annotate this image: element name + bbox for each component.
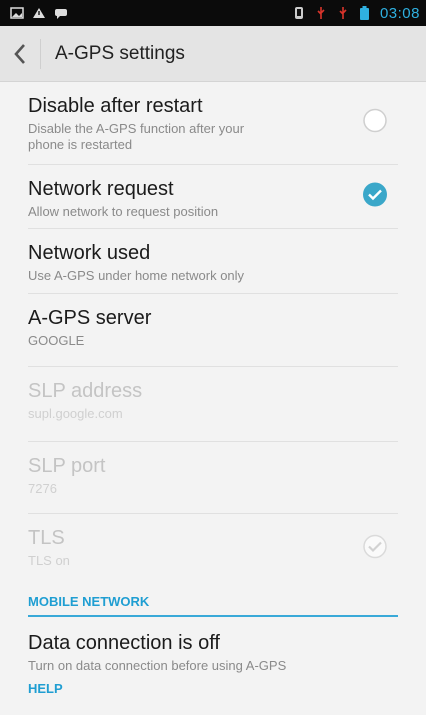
vibrate-icon	[292, 7, 306, 19]
usb-debug-icon	[336, 7, 350, 19]
chevron-left-icon	[14, 43, 25, 64]
setting-title: SLP port	[28, 455, 106, 477]
checkbox-checked[interactable]	[362, 181, 388, 212]
section-header-help: HELP	[28, 681, 63, 696]
setting-title: TLS	[28, 527, 65, 549]
setting-title: SLP address	[28, 380, 143, 402]
setting-summary: GOOGLE	[28, 333, 85, 348]
setting-data-connection[interactable]: Data connection is off Turn on data conn…	[28, 617, 398, 679]
divider	[40, 38, 41, 69]
setting-tls: TLS TLS on	[28, 514, 398, 584]
warning-icon	[32, 7, 46, 19]
setting-summary: 7276	[28, 481, 57, 496]
setting-network-request[interactable]: Network request Allow network to request…	[28, 165, 398, 229]
status-time: 03:08	[379, 4, 420, 22]
setting-slp-address: SLP address supl.google.com	[28, 367, 398, 442]
image-icon	[10, 7, 24, 19]
setting-summary: Turn on data connection before using A-G…	[28, 658, 287, 673]
setting-network-used[interactable]: Network used Use A-GPS under home networ…	[28, 229, 398, 294]
setting-summary: Disable the A-GPS function after your ph…	[28, 121, 245, 152]
setting-title: Disable after restart	[28, 95, 203, 117]
checkbox-unchecked[interactable]	[362, 108, 388, 139]
battery-icon	[358, 6, 372, 20]
settings-list: Disable after restart Disable the A-GPS …	[0, 82, 426, 702]
section-header-mobile-network: MOBILE NETWORK	[28, 584, 398, 617]
setting-title: Network request	[28, 178, 174, 200]
back-button[interactable]	[0, 26, 40, 82]
checkbox-checked-disabled	[362, 534, 388, 565]
setting-summary: TLS on	[28, 553, 70, 568]
setting-summary: supl.google.com	[28, 406, 123, 421]
status-bar: 03:08	[0, 0, 426, 26]
setting-summary: Use A-GPS under home network only	[28, 268, 245, 283]
setting-title: Network used	[28, 242, 151, 264]
setting-agps-server[interactable]: A-GPS server GOOGLE	[28, 294, 398, 367]
action-bar: A-GPS settings	[0, 26, 426, 82]
setting-title: Data connection is off	[28, 632, 220, 654]
message-icon	[54, 7, 68, 19]
usb-icon	[314, 7, 328, 19]
setting-disable-after-restart[interactable]: Disable after restart Disable the A-GPS …	[28, 82, 398, 165]
setting-title: A-GPS server	[28, 307, 152, 329]
setting-slp-port: SLP port 7276	[28, 442, 398, 514]
page-title: A-GPS settings	[55, 42, 185, 64]
setting-summary: Allow network to request position	[28, 204, 219, 219]
